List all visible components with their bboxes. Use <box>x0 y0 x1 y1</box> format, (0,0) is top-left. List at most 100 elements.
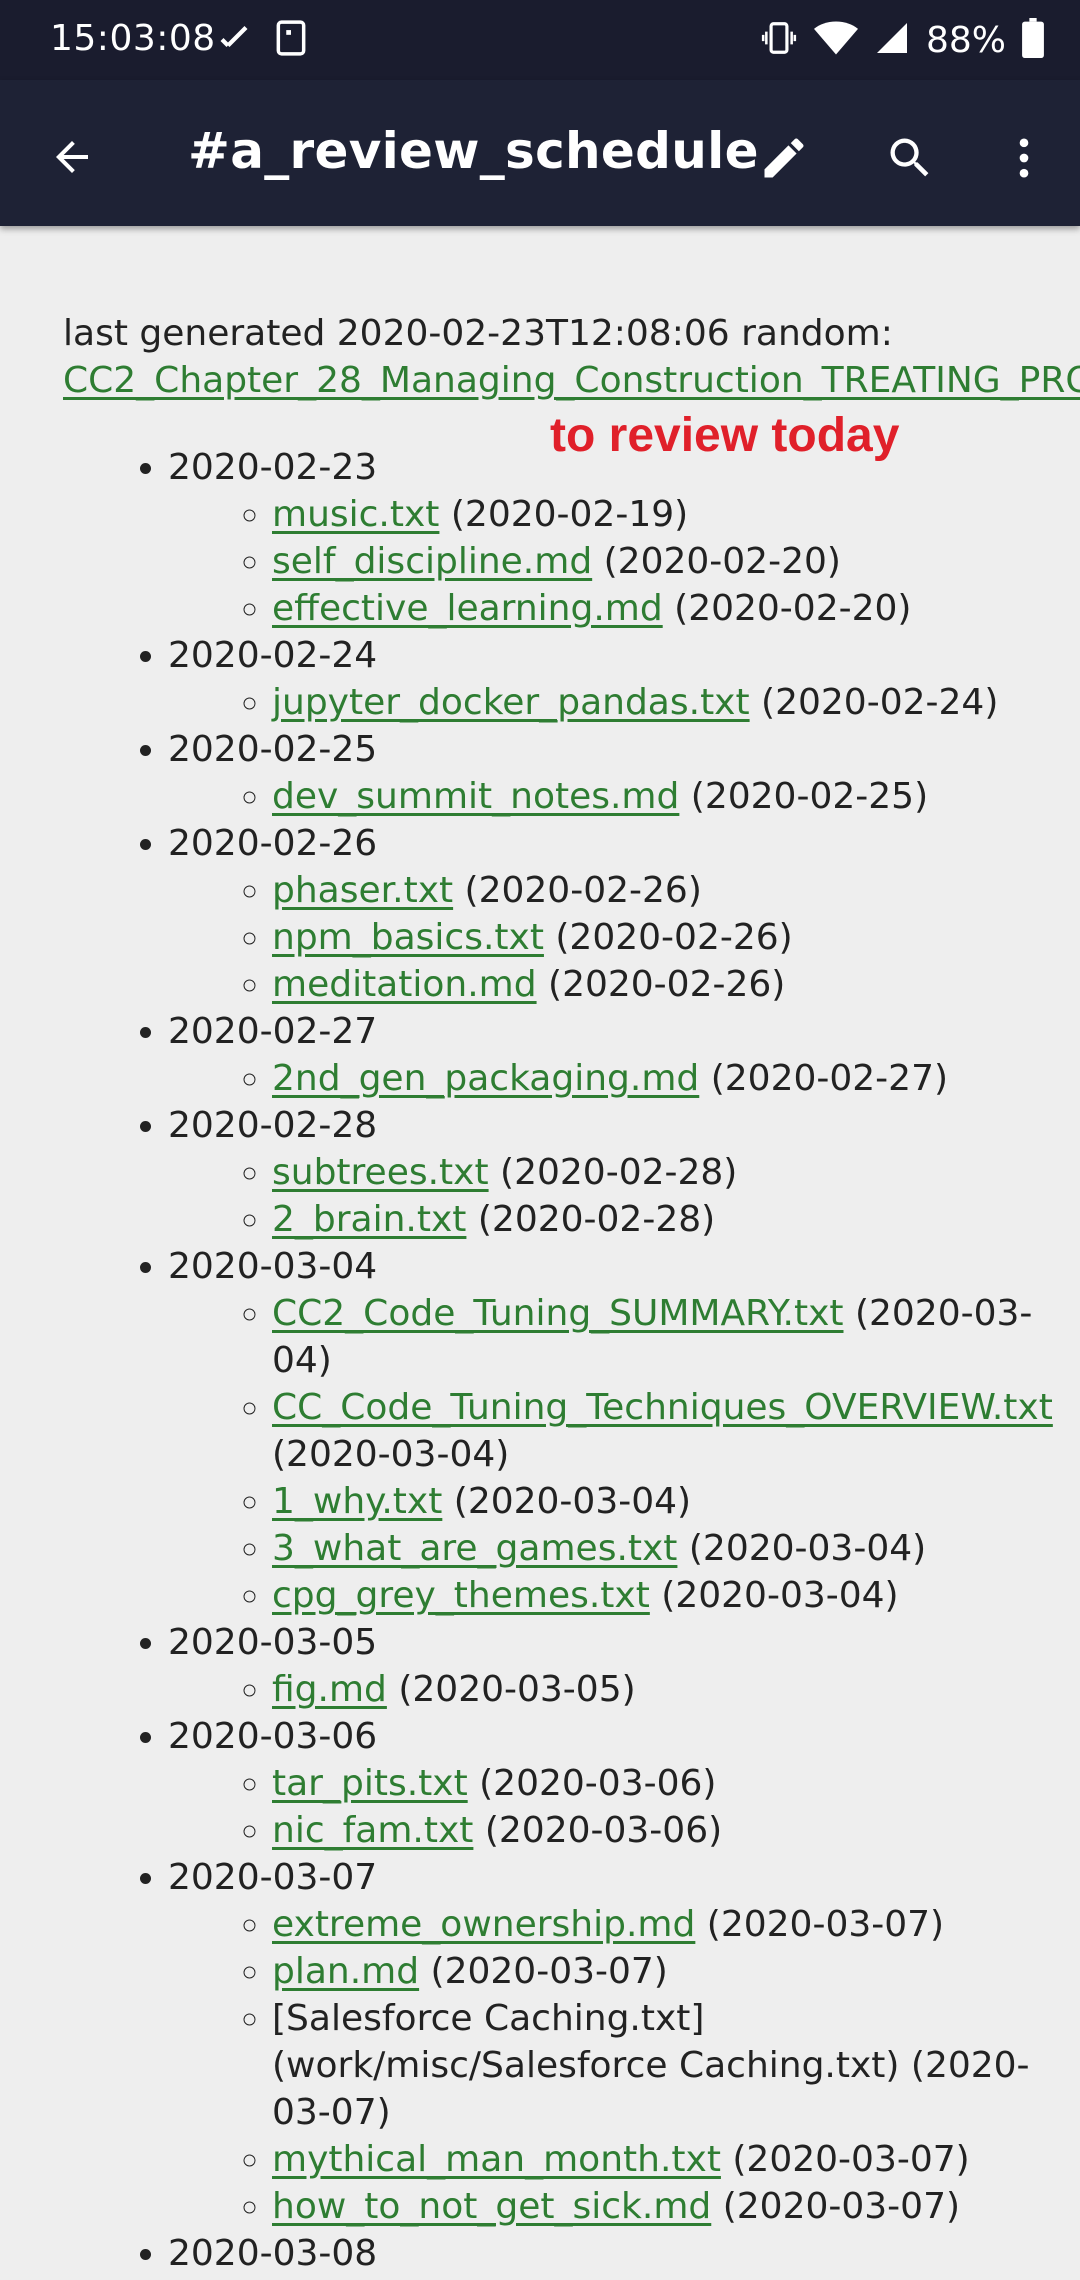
file-list: subtrees.txt (2020-02-28)2_brain.txt (20… <box>168 1149 1048 1243</box>
file-item: CC_Code_Tuning_Techniques_OVERVIEW.txt (… <box>272 1384 1053 1478</box>
file-link[interactable]: extreme_ownership.md <box>272 1904 695 1945</box>
file-link[interactable]: meditation.md <box>272 964 537 1005</box>
date-group: 2020-02-272nd_gen_packaging.md (2020-02-… <box>168 1008 1048 1102</box>
file-item: jupyter_docker_pandas.txt (2020-02-24) <box>272 679 1048 726</box>
file-list: fig.md (2020-03-05) <box>168 1666 1048 1713</box>
date-heading: 2020-03-08 <box>168 2233 378 2274</box>
date-heading: 2020-03-05 <box>168 1622 378 1663</box>
date-group: 2020-02-26phaser.txt (2020-02-26)npm_bas… <box>168 820 1048 1008</box>
date-heading: 2020-03-06 <box>168 1716 378 1757</box>
file-link[interactable]: music.txt <box>272 494 439 535</box>
file-item: subtrees.txt (2020-02-28) <box>272 1149 1048 1196</box>
tablet-icon <box>272 18 310 62</box>
file-date: (2020-02-28) <box>488 1152 738 1193</box>
battery-icon <box>1022 18 1044 62</box>
file-item: phaser.txt (2020-02-26) <box>272 867 1048 914</box>
file-link[interactable]: mythical_man_month.txt <box>272 2139 721 2180</box>
file-date: (2020-02-26) <box>453 870 702 911</box>
file-list: tar_pits.txt (2020-03-06)nic_fam.txt (20… <box>168 1760 1048 1854</box>
file-link[interactable]: tar_pits.txt <box>272 1763 468 1804</box>
file-date: (2020-02-26) <box>536 964 786 1005</box>
file-date: (2020-02-25) <box>679 776 929 817</box>
date-group: 2020-02-24jupyter_docker_pandas.txt (202… <box>168 632 1048 726</box>
back-arrow-icon[interactable] <box>40 125 104 189</box>
file-date: (2020-02-28) <box>466 1199 716 1240</box>
pencil-icon[interactable] <box>750 124 818 192</box>
file-item: 2nd_gen_packaging.md (2020-02-27) <box>272 1055 1048 1102</box>
file-link[interactable]: how_to_not_get_sick.md <box>272 2186 711 2227</box>
file-link[interactable]: cpg_grey_themes.txt <box>272 1575 650 1616</box>
file-item: CC2_Code_Tuning_SUMMARY.txt (2020-03-04) <box>272 1290 1048 1384</box>
file-link[interactable]: nic_fam.txt <box>272 1810 473 1851</box>
file-date: (2020-03-04) <box>649 1575 899 1616</box>
date-group: 2020-03-05fig.md (2020-03-05) <box>168 1619 1048 1713</box>
file-item: mythical_man_month.txt (2020-03-07) <box>272 2136 1048 2183</box>
file-link[interactable]: npm_basics.txt <box>272 917 544 958</box>
date-group: 2020-02-25dev_summit_notes.md (2020-02-2… <box>168 726 1048 820</box>
file-date: (2020-02-20) <box>592 541 841 582</box>
date-heading: 2020-02-24 <box>168 635 378 676</box>
file-link[interactable]: subtrees.txt <box>272 1152 489 1193</box>
check-pen-icon <box>216 20 252 60</box>
file-link[interactable]: plan.md <box>272 1951 419 1992</box>
file-link[interactable]: 1_why.txt <box>272 1481 442 1522</box>
file-link[interactable]: 2nd_gen_packaging.md <box>272 1058 699 1099</box>
status-time: 15:03:08 <box>50 18 216 59</box>
file-link[interactable]: effective_learning.md <box>272 588 663 629</box>
date-group: 2020-03-06tar_pits.txt (2020-03-06)nic_f… <box>168 1713 1048 1854</box>
file-date: (2020-03-06) <box>467 1763 717 1804</box>
schedule-list: 2020-02-23music.txt (2020-02-19)self_dis… <box>0 444 1053 2277</box>
file-item: how_to_not_get_sick.md (2020-03-07) <box>272 2183 1048 2230</box>
status-bar: 15:03:08 88% <box>0 0 1080 80</box>
file-date: (2020-02-20) <box>662 588 912 629</box>
file-item: tar_pits.txt (2020-03-06) <box>272 1760 1048 1807</box>
file-date: (2020-02-24) <box>749 682 999 723</box>
file-link[interactable]: fig.md <box>272 1669 387 1710</box>
page-title: #a_review_schedule <box>188 122 759 180</box>
file-link[interactable]: dev_summit_notes.md <box>272 776 679 817</box>
file-item: self_discipline.md (2020-02-20) <box>272 538 1048 585</box>
file-link[interactable]: 3_what_are_games.txt <box>272 1528 677 1569</box>
file-item: extreme_ownership.md (2020-03-07) <box>272 1901 1048 1948</box>
date-group: 2020-03-04CC2_Code_Tuning_SUMMARY.txt (2… <box>168 1243 1053 1619</box>
file-list: dev_summit_notes.md (2020-02-25) <box>168 773 1048 820</box>
date-heading: 2020-02-25 <box>168 729 378 770</box>
note-content: last generated 2020-02-23T12:08:06 rando… <box>0 226 1080 2280</box>
date-group: 2020-03-07extreme_ownership.md (2020-03-… <box>168 1854 1048 2230</box>
wifi-icon <box>813 19 858 61</box>
date-heading: 2020-02-27 <box>168 1011 378 1052</box>
file-date: (2020-03-06) <box>473 1810 723 1851</box>
file-list: CC2_Code_Tuning_SUMMARY.txt (2020-03-04)… <box>168 1290 1053 1619</box>
cell-signal-icon <box>874 20 910 60</box>
file-link[interactable]: jupyter_docker_pandas.txt <box>272 682 750 723</box>
more-vert-icon[interactable] <box>990 124 1058 192</box>
vibrate-icon <box>760 19 798 61</box>
file-item: [Salesforce Caching.txt] (work/misc/Sale… <box>272 1995 1048 2136</box>
file-list: music.txt (2020-02-19)self_discipline.md… <box>168 491 1048 632</box>
file-date: (2020-03-05) <box>386 1669 636 1710</box>
file-link[interactable]: CC2_Code_Tuning_SUMMARY.txt <box>272 1293 844 1334</box>
file-text: [Salesforce Caching.txt] (work/misc/Sale… <box>272 1998 900 2086</box>
file-link[interactable]: 2_brain.txt <box>272 1199 466 1240</box>
file-date: (2020-03-04) <box>272 1434 510 1475</box>
file-list: phaser.txt (2020-02-26)npm_basics.txt (2… <box>168 867 1048 1008</box>
file-item: 3_what_are_games.txt (2020-03-04) <box>272 1525 1048 1572</box>
status-right: 88% <box>760 18 1044 62</box>
file-date: (2020-03-04) <box>442 1481 692 1522</box>
file-item: cpg_grey_themes.txt (2020-03-04) <box>272 1572 1048 1619</box>
file-link[interactable]: phaser.txt <box>272 870 453 911</box>
file-item: fig.md (2020-03-05) <box>272 1666 1048 1713</box>
file-date: (2020-02-27) <box>699 1058 949 1099</box>
date-heading: 2020-03-04 <box>168 1246 378 1287</box>
file-link[interactable]: CC_Code_Tuning_Techniques_OVERVIEW.txt <box>272 1387 1053 1428</box>
search-icon[interactable] <box>876 124 944 192</box>
file-item: 2_brain.txt (2020-02-28) <box>272 1196 1048 1243</box>
file-item: dev_summit_notes.md (2020-02-25) <box>272 773 1048 820</box>
file-date: (2020-03-07) <box>720 2139 970 2180</box>
file-date: (2020-03-07) <box>695 1904 945 1945</box>
file-item: npm_basics.txt (2020-02-26) <box>272 914 1048 961</box>
file-link[interactable]: self_discipline.md <box>272 541 592 582</box>
random-note-link[interactable]: CC2_Chapter_28_Managing_Construction_TRE… <box>63 360 1080 401</box>
notification-icons <box>216 18 310 62</box>
date-heading: 2020-02-28 <box>168 1105 378 1146</box>
